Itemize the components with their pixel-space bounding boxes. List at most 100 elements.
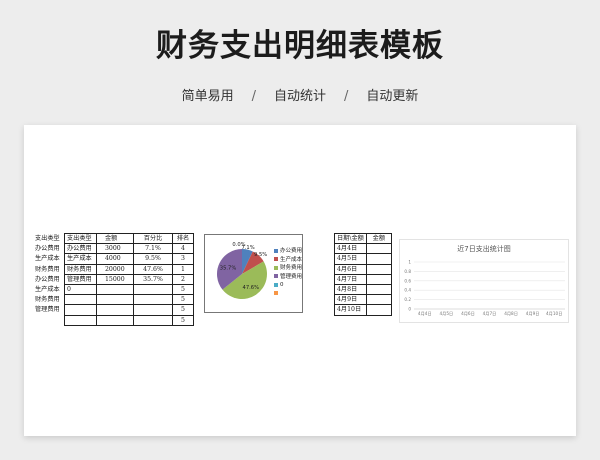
table-cell: 财务费用	[35, 265, 60, 273]
table-cell	[365, 294, 392, 306]
table-row: 办公费用 办公费用 3000 7.1% 4	[33, 243, 194, 255]
table-row: 5	[33, 314, 194, 326]
table-row: 4月7日	[334, 273, 392, 285]
table-cell: 47.6%	[133, 263, 173, 275]
legend-entry	[274, 290, 302, 299]
table-header-cell: 排名	[172, 232, 194, 245]
bar-chart: 近7日支出统计图 0 0.2 0.4 0.6 0.8 1 4月4日 4月5日 4月6日 4月7日 4…	[399, 239, 569, 323]
y-tick-label: 0.2	[404, 297, 411, 302]
table-cell	[64, 294, 97, 306]
table-cell: 生产成本	[64, 253, 97, 265]
table-cell: 35.7%	[133, 273, 173, 285]
table-cell: 5	[172, 304, 194, 316]
table-row: 4月10日	[334, 304, 392, 316]
table-cell: 7.1%	[133, 243, 173, 255]
x-tick-label: 4月6日	[461, 311, 475, 317]
table-cell: 财务费用	[64, 263, 97, 275]
table-cell: 4月9日	[334, 294, 367, 306]
table-header-row: 支出类型 支出类型 金额 百分比 排名	[33, 232, 194, 245]
table-cell: 生产成本	[35, 286, 60, 294]
table-cell: 20000	[96, 263, 134, 275]
subtitle-separator: /	[344, 89, 349, 104]
table-cell: 办公费用	[35, 245, 60, 253]
table-cell: 4000	[96, 253, 134, 265]
y-tick-label: 0.8	[404, 269, 411, 274]
table-cell: 15000	[96, 273, 134, 285]
table-cell: 管理费用	[35, 306, 60, 314]
table-cell	[365, 304, 392, 316]
table-cell: 5	[172, 314, 194, 326]
legend-entry: 0	[274, 281, 302, 290]
table-row: 4月8日	[334, 283, 392, 296]
table-header-cell: 金额	[96, 232, 134, 245]
table-cell	[96, 294, 134, 306]
pie-chart-svg: 7.1%9.5%47.6%35.7%0.0%	[217, 242, 267, 299]
table-cell: 2	[172, 273, 194, 285]
table-row: 4月5日	[334, 253, 392, 265]
legend-entry: 办公费用	[274, 247, 302, 256]
table-cell: 3000	[96, 243, 134, 255]
table-row: 办公费用 管理费用 15000 35.7% 2	[33, 273, 194, 285]
table-cell: 生产成本	[35, 255, 60, 263]
table-header-cell: 支出类型	[35, 235, 60, 243]
table-cell: 5	[172, 283, 194, 296]
y-tick-label: 0.4	[404, 288, 411, 293]
x-tick-label: 4月9日	[526, 311, 540, 317]
table-cell	[133, 283, 173, 296]
table-cell	[96, 283, 134, 296]
table-cell	[96, 304, 134, 316]
spreadsheet-preview: 支出类型 支出类型 金额 百分比 排名 办公费用 办公费用 3000 7.1% 4 生产成本 生产成本…	[24, 125, 576, 436]
table-cell: 4月5日	[334, 253, 367, 265]
table-cell	[365, 263, 392, 275]
legend-entry: 生产成本	[274, 256, 302, 265]
table-row: 管理费用 5	[33, 304, 194, 316]
table-cell	[133, 304, 173, 316]
subtitle-item: 自动统计	[273, 89, 326, 104]
x-tick-label: 4月7日	[483, 311, 497, 317]
table-cell: 4月7日	[334, 273, 367, 285]
x-tick-label: 4月8日	[504, 311, 518, 317]
legend-swatch	[274, 291, 278, 295]
legend-entry: 管理费用	[274, 273, 302, 282]
table-cell	[64, 304, 97, 316]
x-tick-label: 4月10日	[546, 311, 562, 317]
legend-swatch	[274, 274, 278, 278]
table-cell	[365, 253, 392, 265]
subtitle: 简单易用 / 自动统计 / 自动更新	[0, 85, 600, 104]
table-cell: 3	[172, 253, 194, 265]
legend-label: 管理费用	[280, 273, 303, 280]
table-cell: 管理费用	[64, 273, 97, 285]
table-cell: 4月8日	[334, 283, 367, 296]
legend-label: 办公费用	[280, 248, 303, 254]
table-row: 生产成本 0 5	[33, 283, 194, 296]
legend-entry: 财务费用	[274, 264, 302, 273]
y-tick-label: 0.6	[404, 278, 411, 283]
summary-table: 支出类型 支出类型 金额 百分比 排名 办公费用 办公费用 3000 7.1% 4 生产成本 生产成本…	[33, 232, 194, 326]
table-cell	[365, 273, 392, 285]
table-cell: 财务费用	[35, 296, 60, 304]
table-cell	[96, 314, 134, 326]
legend-swatch	[274, 282, 278, 287]
table-cell: 4月10日	[334, 304, 367, 316]
x-tick-label: 4月5日	[439, 311, 453, 317]
page-title: 财务支出明细表模板	[156, 28, 444, 64]
subtitle-item: 简单易用	[181, 89, 234, 104]
x-tick-label: 4月4日	[418, 311, 432, 317]
table-header-cell: 日期\金额	[334, 232, 367, 245]
y-tick-label: 0	[408, 307, 411, 312]
table-row: 财务费用 财务费用 20000 47.6% 1	[33, 263, 194, 275]
subtitle-separator: /	[251, 89, 256, 104]
date-table: 日期\金额 金额 4月4日 4月5日 4月6日 4月7日 4月8日 4月9日 4月10日	[334, 232, 392, 316]
legend-label: 生产成本	[280, 256, 303, 263]
table-cell: 4	[172, 243, 194, 255]
table-cell: 办公费用	[64, 243, 97, 255]
pie-data-label: 9.5%	[254, 252, 267, 258]
table-row: 4月9日	[334, 294, 392, 306]
table-cell	[64, 314, 97, 326]
legend-label: 财务费用	[280, 265, 303, 271]
table-cell: 9.5%	[133, 253, 173, 265]
table-header-cell: 支出类型	[64, 232, 97, 245]
subtitle-item: 自动更新	[366, 89, 419, 104]
legend-label: 0	[280, 282, 284, 288]
pie-legend: 办公费用生产成本财务费用管理费用 0	[274, 247, 302, 298]
